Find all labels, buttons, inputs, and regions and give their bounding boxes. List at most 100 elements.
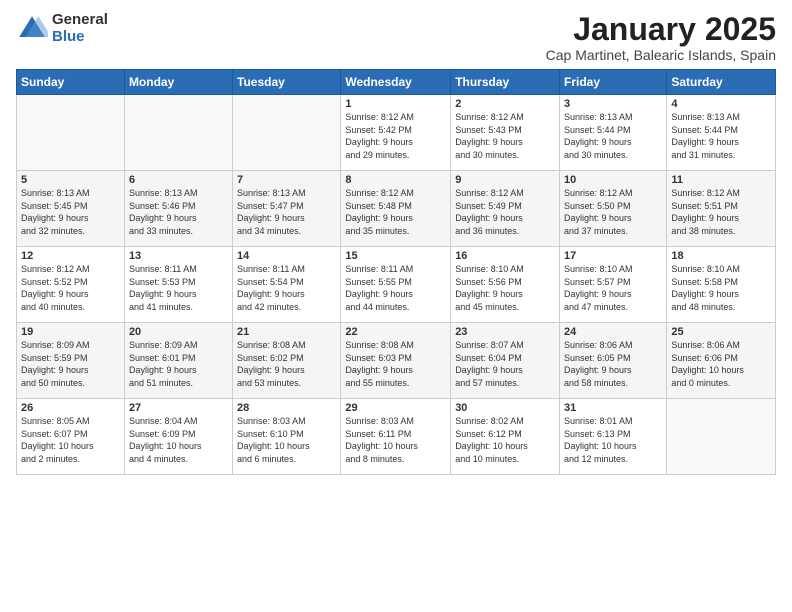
day-info: Sunrise: 8:10 AM Sunset: 5:56 PM Dayligh…	[455, 263, 555, 313]
header-thursday: Thursday	[451, 70, 560, 95]
table-row: 2Sunrise: 8:12 AM Sunset: 5:43 PM Daylig…	[451, 95, 560, 171]
day-number: 25	[671, 326, 771, 338]
calendar-week-row: 12Sunrise: 8:12 AM Sunset: 5:52 PM Dayli…	[17, 247, 776, 323]
table-row: 27Sunrise: 8:04 AM Sunset: 6:09 PM Dayli…	[124, 399, 232, 475]
day-info: Sunrise: 8:12 AM Sunset: 5:48 PM Dayligh…	[345, 187, 446, 237]
table-row: 17Sunrise: 8:10 AM Sunset: 5:57 PM Dayli…	[560, 247, 667, 323]
day-number: 3	[564, 98, 662, 110]
day-number: 24	[564, 326, 662, 338]
day-number: 20	[129, 326, 228, 338]
day-info: Sunrise: 8:08 AM Sunset: 6:02 PM Dayligh…	[237, 339, 336, 389]
table-row	[124, 95, 232, 171]
logo-blue-text: Blue	[52, 29, 108, 46]
table-row: 12Sunrise: 8:12 AM Sunset: 5:52 PM Dayli…	[17, 247, 125, 323]
day-number: 7	[237, 174, 336, 186]
table-row: 18Sunrise: 8:10 AM Sunset: 5:58 PM Dayli…	[667, 247, 776, 323]
table-row: 21Sunrise: 8:08 AM Sunset: 6:02 PM Dayli…	[233, 323, 341, 399]
day-info: Sunrise: 8:06 AM Sunset: 6:05 PM Dayligh…	[564, 339, 662, 389]
day-number: 13	[129, 250, 228, 262]
calendar-week-row: 19Sunrise: 8:09 AM Sunset: 5:59 PM Dayli…	[17, 323, 776, 399]
day-number: 6	[129, 174, 228, 186]
day-number: 21	[237, 326, 336, 338]
day-number: 1	[345, 98, 446, 110]
table-row	[233, 95, 341, 171]
day-info: Sunrise: 8:01 AM Sunset: 6:13 PM Dayligh…	[564, 415, 662, 465]
day-number: 18	[671, 250, 771, 262]
day-number: 16	[455, 250, 555, 262]
calendar-location: Cap Martinet, Balearic Islands, Spain	[546, 47, 776, 63]
calendar-table: Sunday Monday Tuesday Wednesday Thursday…	[16, 69, 776, 475]
calendar-week-row: 1Sunrise: 8:12 AM Sunset: 5:42 PM Daylig…	[17, 95, 776, 171]
table-row	[17, 95, 125, 171]
day-number: 23	[455, 326, 555, 338]
day-number: 5	[21, 174, 120, 186]
logo: General Blue	[16, 12, 108, 45]
table-row: 20Sunrise: 8:09 AM Sunset: 6:01 PM Dayli…	[124, 323, 232, 399]
table-row: 5Sunrise: 8:13 AM Sunset: 5:45 PM Daylig…	[17, 171, 125, 247]
header-sunday: Sunday	[17, 70, 125, 95]
header: General Blue January 2025 Cap Martinet, …	[16, 12, 776, 63]
table-row: 6Sunrise: 8:13 AM Sunset: 5:46 PM Daylig…	[124, 171, 232, 247]
table-row: 8Sunrise: 8:12 AM Sunset: 5:48 PM Daylig…	[341, 171, 451, 247]
day-info: Sunrise: 8:12 AM Sunset: 5:52 PM Dayligh…	[21, 263, 120, 313]
table-row: 16Sunrise: 8:10 AM Sunset: 5:56 PM Dayli…	[451, 247, 560, 323]
day-info: Sunrise: 8:12 AM Sunset: 5:43 PM Dayligh…	[455, 111, 555, 161]
page-container: General Blue January 2025 Cap Martinet, …	[0, 0, 792, 612]
table-row: 31Sunrise: 8:01 AM Sunset: 6:13 PM Dayli…	[560, 399, 667, 475]
header-monday: Monday	[124, 70, 232, 95]
day-info: Sunrise: 8:13 AM Sunset: 5:46 PM Dayligh…	[129, 187, 228, 237]
calendar-title: January 2025	[546, 12, 776, 47]
table-row: 25Sunrise: 8:06 AM Sunset: 6:06 PM Dayli…	[667, 323, 776, 399]
table-row: 7Sunrise: 8:13 AM Sunset: 5:47 PM Daylig…	[233, 171, 341, 247]
day-number: 30	[455, 402, 555, 414]
logo-icon	[16, 13, 48, 45]
day-number: 15	[345, 250, 446, 262]
day-info: Sunrise: 8:13 AM Sunset: 5:47 PM Dayligh…	[237, 187, 336, 237]
table-row: 19Sunrise: 8:09 AM Sunset: 5:59 PM Dayli…	[17, 323, 125, 399]
table-row: 24Sunrise: 8:06 AM Sunset: 6:05 PM Dayli…	[560, 323, 667, 399]
day-info: Sunrise: 8:10 AM Sunset: 5:58 PM Dayligh…	[671, 263, 771, 313]
title-block: January 2025 Cap Martinet, Balearic Isla…	[546, 12, 776, 63]
day-number: 11	[671, 174, 771, 186]
day-number: 9	[455, 174, 555, 186]
day-number: 8	[345, 174, 446, 186]
day-number: 10	[564, 174, 662, 186]
day-info: Sunrise: 8:05 AM Sunset: 6:07 PM Dayligh…	[21, 415, 120, 465]
table-row: 29Sunrise: 8:03 AM Sunset: 6:11 PM Dayli…	[341, 399, 451, 475]
table-row: 26Sunrise: 8:05 AM Sunset: 6:07 PM Dayli…	[17, 399, 125, 475]
table-row: 9Sunrise: 8:12 AM Sunset: 5:49 PM Daylig…	[451, 171, 560, 247]
table-row: 15Sunrise: 8:11 AM Sunset: 5:55 PM Dayli…	[341, 247, 451, 323]
day-number: 28	[237, 402, 336, 414]
calendar-week-row: 26Sunrise: 8:05 AM Sunset: 6:07 PM Dayli…	[17, 399, 776, 475]
table-row: 22Sunrise: 8:08 AM Sunset: 6:03 PM Dayli…	[341, 323, 451, 399]
table-row: 14Sunrise: 8:11 AM Sunset: 5:54 PM Dayli…	[233, 247, 341, 323]
table-row: 10Sunrise: 8:12 AM Sunset: 5:50 PM Dayli…	[560, 171, 667, 247]
day-info: Sunrise: 8:08 AM Sunset: 6:03 PM Dayligh…	[345, 339, 446, 389]
table-row: 13Sunrise: 8:11 AM Sunset: 5:53 PM Dayli…	[124, 247, 232, 323]
header-wednesday: Wednesday	[341, 70, 451, 95]
weekday-header-row: Sunday Monday Tuesday Wednesday Thursday…	[17, 70, 776, 95]
day-info: Sunrise: 8:11 AM Sunset: 5:53 PM Dayligh…	[129, 263, 228, 313]
day-info: Sunrise: 8:03 AM Sunset: 6:11 PM Dayligh…	[345, 415, 446, 465]
header-friday: Friday	[560, 70, 667, 95]
day-number: 22	[345, 326, 446, 338]
day-info: Sunrise: 8:04 AM Sunset: 6:09 PM Dayligh…	[129, 415, 228, 465]
day-info: Sunrise: 8:07 AM Sunset: 6:04 PM Dayligh…	[455, 339, 555, 389]
logo-general-text: General	[52, 12, 108, 29]
header-saturday: Saturday	[667, 70, 776, 95]
day-number: 12	[21, 250, 120, 262]
day-info: Sunrise: 8:06 AM Sunset: 6:06 PM Dayligh…	[671, 339, 771, 389]
day-info: Sunrise: 8:09 AM Sunset: 6:01 PM Dayligh…	[129, 339, 228, 389]
day-number: 14	[237, 250, 336, 262]
day-info: Sunrise: 8:03 AM Sunset: 6:10 PM Dayligh…	[237, 415, 336, 465]
table-row	[667, 399, 776, 475]
day-info: Sunrise: 8:11 AM Sunset: 5:55 PM Dayligh…	[345, 263, 446, 313]
day-number: 26	[21, 402, 120, 414]
day-info: Sunrise: 8:13 AM Sunset: 5:45 PM Dayligh…	[21, 187, 120, 237]
table-row: 4Sunrise: 8:13 AM Sunset: 5:44 PM Daylig…	[667, 95, 776, 171]
table-row: 1Sunrise: 8:12 AM Sunset: 5:42 PM Daylig…	[341, 95, 451, 171]
day-number: 27	[129, 402, 228, 414]
day-number: 17	[564, 250, 662, 262]
day-info: Sunrise: 8:12 AM Sunset: 5:51 PM Dayligh…	[671, 187, 771, 237]
day-number: 19	[21, 326, 120, 338]
